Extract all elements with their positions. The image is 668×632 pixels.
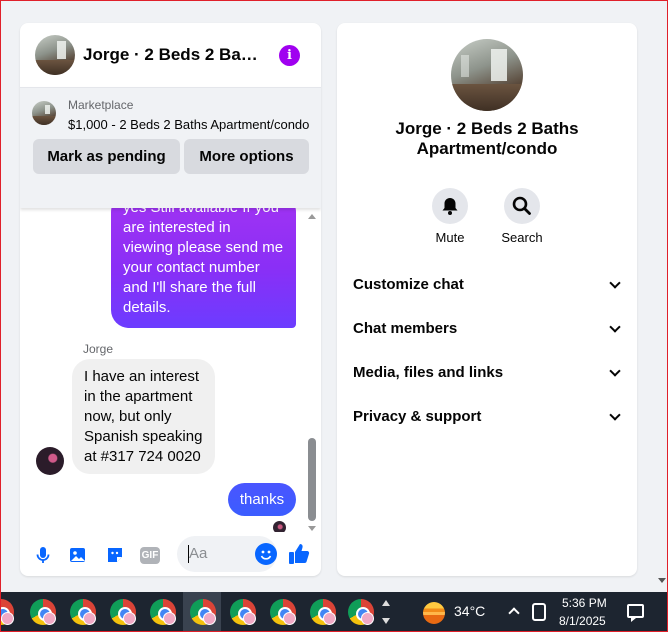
more-options-button[interactable]: More options bbox=[184, 139, 309, 174]
section-chat-members[interactable]: Chat members bbox=[353, 317, 623, 341]
chevron-down-icon bbox=[609, 321, 621, 333]
outgoing-message[interactable]: thanks bbox=[228, 483, 296, 516]
chrome-taskbar-icon[interactable] bbox=[348, 599, 374, 625]
clock-date[interactable]: 8/1/2025 bbox=[559, 614, 606, 628]
section-label: Customize chat bbox=[353, 276, 464, 293]
seen-indicator-avatar bbox=[273, 521, 286, 532]
microphone-icon[interactable] bbox=[33, 545, 53, 565]
chat-panel: Jorge · 2 Beds 2 Bath… i Marketplace $1,… bbox=[20, 23, 321, 576]
section-label: Media, files and links bbox=[353, 364, 504, 381]
chat-header: Jorge · 2 Beds 2 Bath… bbox=[20, 23, 321, 87]
message-input[interactable]: Aa bbox=[177, 536, 277, 572]
chevron-down-icon bbox=[609, 409, 621, 421]
sticker-icon[interactable] bbox=[105, 545, 125, 565]
chrome-taskbar-icon[interactable] bbox=[310, 599, 336, 625]
chrome-taskbar-icon[interactable] bbox=[190, 599, 216, 625]
gif-icon[interactable]: GIF bbox=[140, 547, 160, 564]
mute-label: Mute bbox=[435, 230, 465, 245]
outgoing-message[interactable]: yes Still available If you are intereste… bbox=[111, 208, 296, 328]
marketplace-listing-bar: Marketplace $1,000 - 2 Beds 2 Baths Apar… bbox=[20, 87, 321, 208]
weather-temperature[interactable]: 34°C bbox=[454, 603, 485, 619]
search-button[interactable]: Search bbox=[492, 188, 552, 245]
chrome-taskbar-icon[interactable] bbox=[230, 599, 256, 625]
photo-icon[interactable] bbox=[68, 545, 88, 565]
search-label: Search bbox=[501, 230, 543, 245]
notifications-icon[interactable] bbox=[627, 604, 644, 622]
chrome-taskbar-icon[interactable] bbox=[70, 599, 96, 625]
details-title: Jorge · 2 Beds 2 Baths Apartment/condo bbox=[395, 119, 579, 158]
taskbar: 34°C 5:36 PM 8/1/2025 bbox=[0, 592, 668, 632]
conversation-details-panel: Jorge · 2 Beds 2 Baths Apartment/condo M… bbox=[337, 23, 637, 576]
scroll-up-arrow[interactable] bbox=[308, 214, 316, 219]
chevron-down-icon bbox=[609, 277, 621, 289]
listing-thumbnail[interactable] bbox=[32, 101, 56, 125]
section-label: Chat members bbox=[353, 320, 458, 337]
listing-title[interactable]: $1,000 - 2 Beds 2 Baths Apartment/condo bbox=[68, 117, 309, 132]
chrome-taskbar-icon[interactable] bbox=[30, 599, 56, 625]
thumbs-up-icon[interactable] bbox=[287, 542, 311, 566]
details-avatar[interactable] bbox=[451, 39, 523, 111]
message-composer: GIF Aa bbox=[20, 532, 321, 576]
show-hidden-icons-chevron[interactable] bbox=[508, 607, 520, 619]
chrome-taskbar-icon[interactable] bbox=[110, 599, 136, 625]
chrome-taskbar-icon[interactable] bbox=[270, 599, 296, 625]
taskbar-scroll-up-icon[interactable] bbox=[382, 600, 390, 606]
mute-button[interactable]: Mute bbox=[420, 188, 480, 245]
listing-source: Marketplace bbox=[68, 98, 134, 112]
chevron-down-icon bbox=[609, 365, 621, 377]
taskbar-scroll-down-icon[interactable] bbox=[382, 618, 390, 624]
weather-icon[interactable] bbox=[423, 602, 445, 624]
sender-name: Jorge bbox=[83, 342, 114, 356]
emoji-icon[interactable] bbox=[255, 543, 277, 565]
chat-title[interactable]: Jorge · 2 Beds 2 Bath… bbox=[83, 45, 261, 65]
mark-as-pending-button[interactable]: Mark as pending bbox=[33, 139, 180, 174]
device-tray-icon[interactable] bbox=[532, 603, 546, 621]
incoming-message[interactable]: I have an interest in the apartment now,… bbox=[72, 359, 215, 474]
section-privacy-support[interactable]: Privacy & support bbox=[353, 405, 623, 429]
section-customize-chat[interactable]: Customize chat bbox=[353, 273, 623, 297]
message-input-placeholder: Aa bbox=[189, 545, 208, 562]
chrome-taskbar-icon[interactable] bbox=[150, 599, 176, 625]
info-icon[interactable]: i bbox=[279, 45, 300, 66]
chat-avatar[interactable] bbox=[35, 35, 75, 75]
sender-avatar[interactable] bbox=[36, 447, 64, 475]
clock-time[interactable]: 5:36 PM bbox=[562, 596, 607, 610]
section-media-files-links[interactable]: Media, files and links bbox=[353, 361, 623, 385]
bell-icon[interactable] bbox=[432, 188, 468, 224]
page-scroll-down-arrow[interactable] bbox=[658, 578, 666, 583]
message-list[interactable]: yes Still available If you are intereste… bbox=[20, 208, 321, 532]
scroll-down-arrow[interactable] bbox=[308, 526, 316, 531]
search-icon[interactable] bbox=[504, 188, 540, 224]
chrome-taskbar-icon[interactable] bbox=[0, 599, 14, 625]
section-label: Privacy & support bbox=[353, 408, 482, 425]
scrollbar-thumb[interactable] bbox=[308, 438, 316, 521]
